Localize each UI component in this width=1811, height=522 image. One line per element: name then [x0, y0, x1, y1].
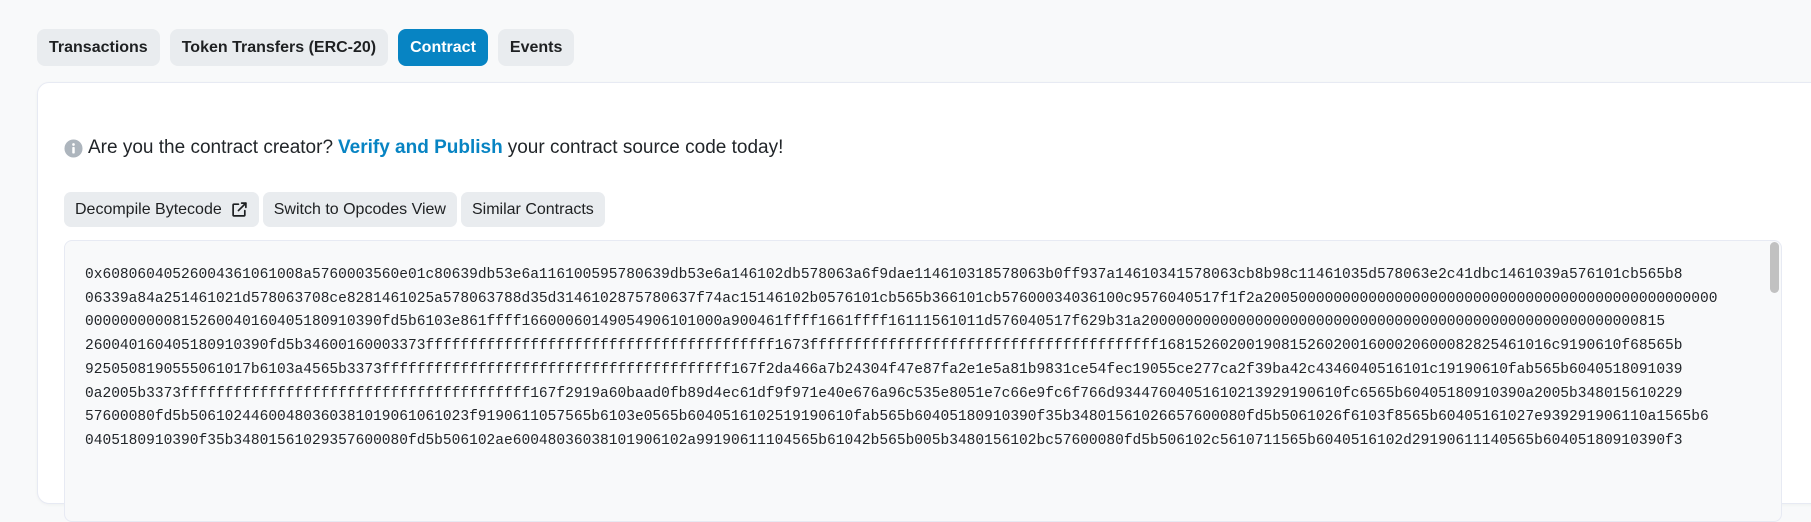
tab-token-transfers[interactable]: Token Transfers (ERC-20): [169, 29, 389, 66]
bytecode-text: 0x60806040526004361061008a5760003560e01c…: [85, 264, 1755, 454]
verify-notice: Are you the contract creator? Verify and…: [64, 137, 783, 159]
bytecode-line: 57600080fd5b5061024460048036038101906106…: [85, 409, 1709, 426]
bytecode-line: 06339a84a251461021d578063708ce8281461025…: [85, 290, 1718, 307]
bytecode-box[interactable]: 0x60806040526004361061008a5760003560e01c…: [64, 240, 1782, 522]
info-circle-icon: [64, 138, 83, 158]
bytecode-line: 9250508190555061017b6103a4565b3373ffffff…: [85, 361, 1683, 378]
notice-prefix: Are you the contract creator?: [88, 137, 334, 158]
similar-contracts-button[interactable]: Similar Contracts: [460, 192, 605, 227]
bytecode-line: 0a2005b3373fffffffffffffffffffffffffffff…: [85, 385, 1683, 402]
external-link-icon: [231, 201, 248, 218]
scrollbar-thumb[interactable]: [1770, 242, 1779, 293]
tab-contract[interactable]: Contract: [398, 29, 488, 66]
tab-events[interactable]: Events: [497, 29, 575, 66]
contract-panel: Are you the contract creator? Verify and…: [37, 82, 1811, 522]
tab-transactions[interactable]: Transactions: [37, 29, 160, 66]
bytecode-scrollbar[interactable]: [1770, 242, 1779, 520]
bytecode-toolbar: Decompile Bytecode Switch to Opcodes Vie…: [64, 192, 605, 227]
bytecode-line: 0x60806040526004361061008a5760003560e01c…: [85, 267, 1683, 283]
bytecode-line: 0000000000815260040160405180910390fd5b61…: [85, 314, 1666, 331]
notice-suffix: your contract source code today!: [507, 137, 784, 158]
tab-bar: Transactions Token Transfers (ERC-20) Co…: [37, 29, 575, 66]
decompile-bytecode-label: Decompile Bytecode: [75, 201, 222, 218]
bytecode-line: 0405180910390f35b34801561029357600080fd5…: [85, 432, 1683, 449]
verify-and-publish-link[interactable]: Verify and Publish: [338, 137, 503, 159]
decompile-bytecode-button[interactable]: Decompile Bytecode: [64, 192, 259, 227]
switch-to-opcodes-button[interactable]: Switch to Opcodes View: [262, 192, 457, 227]
bytecode-line: 260040160405180910390fd5b34600160003373f…: [85, 338, 1683, 355]
